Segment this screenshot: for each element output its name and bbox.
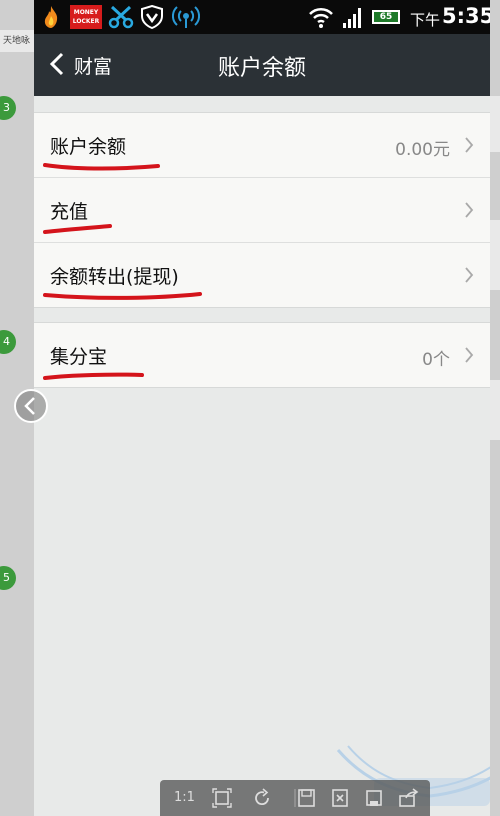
scissors-icon (108, 5, 134, 29)
status-time: 5:35 (442, 4, 490, 28)
row-value: 0.00元 (395, 140, 450, 160)
print-icon[interactable] (364, 788, 384, 808)
red-underline-mark (43, 372, 144, 380)
fit-screen-icon[interactable] (212, 788, 232, 808)
divider-and-save-icon[interactable] (294, 788, 316, 808)
image-viewer-toolbar: 1:1 (160, 780, 430, 816)
hotspot-icon (172, 6, 200, 28)
step-number-badge: 5 (0, 566, 16, 590)
wifi-icon (309, 7, 333, 28)
money-locker-icon: MONEY LOCKER (70, 5, 102, 29)
row-label: 余额转出(提现) (50, 266, 179, 288)
delete-icon[interactable] (330, 788, 350, 808)
row-account-balance[interactable]: 账户余额 0.00元 (34, 113, 490, 177)
red-underline-mark (43, 163, 160, 171)
row-jifenbao[interactable]: 集分宝 0个 (34, 323, 490, 387)
flame-icon (44, 6, 58, 28)
previous-image-button[interactable] (14, 389, 48, 423)
phone-screen: MONEY LOCKER 65 下午 5:35 财富 账户余额 账户余额 0.0… (34, 0, 490, 816)
chevron-right-icon (465, 202, 474, 218)
share-icon[interactable] (398, 788, 420, 808)
background-strip (490, 380, 500, 440)
signal-icon (343, 8, 361, 28)
status-bar: MONEY LOCKER 65 下午 5:35 (34, 0, 490, 34)
rotate-icon[interactable] (252, 788, 272, 808)
row-label: 充值 (50, 201, 89, 223)
nav-bar: 财富 账户余额 (34, 34, 490, 96)
balance-options-group: 账户余额 0.00元 充值 余额转出(提现) (34, 112, 490, 308)
row-value: 0个 (422, 350, 450, 370)
chevron-right-icon (465, 137, 474, 153)
row-label: 集分宝 (50, 346, 108, 368)
points-group: 集分宝 0个 (34, 322, 490, 388)
actual-size-button[interactable]: 1:1 (174, 788, 195, 808)
chevron-right-icon (465, 347, 474, 363)
background-strip (490, 96, 500, 152)
row-label: 账户余额 (50, 136, 127, 158)
chevron-right-icon (465, 267, 474, 283)
chevron-left-icon (24, 397, 35, 415)
battery-icon: 65 (372, 10, 400, 24)
row-recharge[interactable]: 充值 (34, 177, 490, 242)
background-page-right (490, 0, 500, 816)
red-underline-mark (43, 224, 112, 234)
step-number-badge: 4 (0, 330, 16, 354)
status-ampm: 下午 (410, 11, 441, 29)
step-number-badge: 3 (0, 96, 16, 120)
row-withdraw[interactable]: 余额转出(提现) (34, 242, 490, 307)
background-strip (490, 220, 500, 290)
red-underline-mark (43, 292, 202, 300)
shield-icon (141, 5, 163, 29)
page-title: 账户余额 (217, 56, 306, 81)
background-page-text: 天地咏 (0, 30, 34, 52)
